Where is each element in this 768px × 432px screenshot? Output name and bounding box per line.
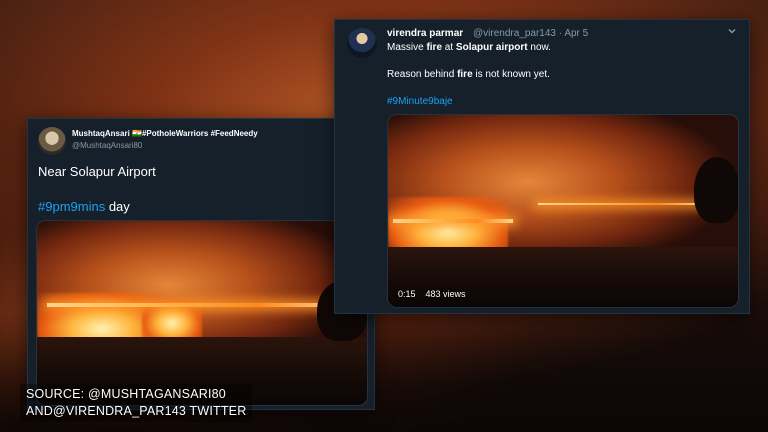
source-caption: SOURCE: @MUSHTAGANSARI80 AND@VIRENDRA_PA… — [20, 384, 253, 422]
video-meta: 0:15 483 views — [398, 289, 476, 299]
author-meta: @virendra_par143 · Apr 5 — [473, 28, 588, 39]
chevron-down-icon[interactable] — [727, 26, 737, 39]
video-views: 483 views — [425, 289, 466, 299]
tweet-media-image[interactable] — [36, 220, 368, 406]
hashtag-link[interactable]: #9pm9mins — [38, 199, 105, 214]
fire-line — [393, 219, 513, 223]
tweet-card-mushtaqansari[interactable]: MushtaqAnsari 🇮🇳#PotholeWarriors #FeedNe… — [27, 118, 375, 410]
source-line-1: SOURCE: @MUSHTAGANSARI80 — [26, 387, 226, 401]
tweet-text-hashtag-line: #9pm9mins day — [38, 199, 130, 214]
tweet-text-line-1: Massive fire at Solapur airport now. — [387, 42, 551, 53]
avatar[interactable] — [38, 127, 66, 155]
fire-line — [47, 303, 347, 307]
source-line-2: AND@VIRENDRA_PAR143 TWITTER — [26, 404, 247, 418]
hashtag-link[interactable]: #9Minute9baje — [387, 96, 453, 107]
author-name[interactable]: MushtaqAnsari 🇮🇳#PotholeWarriors #FeedNe… — [72, 129, 258, 138]
author-name[interactable]: virendra parmar — [387, 28, 463, 39]
fire-blaze — [388, 197, 508, 253]
tweet-date[interactable]: Apr 5 — [564, 28, 588, 39]
fire-line — [538, 203, 708, 205]
tweet-text: Near Solapur Airport — [38, 164, 156, 179]
avatar[interactable] — [347, 28, 377, 58]
tweet-video[interactable]: 0:15 483 views — [387, 114, 739, 308]
tweet-card-virendraparmar[interactable]: virendra parmar @virendra_par143 · Apr 5… — [334, 19, 750, 314]
tree-silhouette — [694, 157, 738, 223]
tweet-text-suffix: day — [105, 199, 130, 214]
author-handle[interactable]: @MushtaqAnsari80 — [72, 141, 142, 150]
tweet-text-line-2: Reason behind fire is not known yet. — [387, 69, 550, 80]
video-duration: 0:15 — [398, 289, 416, 299]
author-handle[interactable]: @virendra_par143 — [473, 28, 556, 39]
